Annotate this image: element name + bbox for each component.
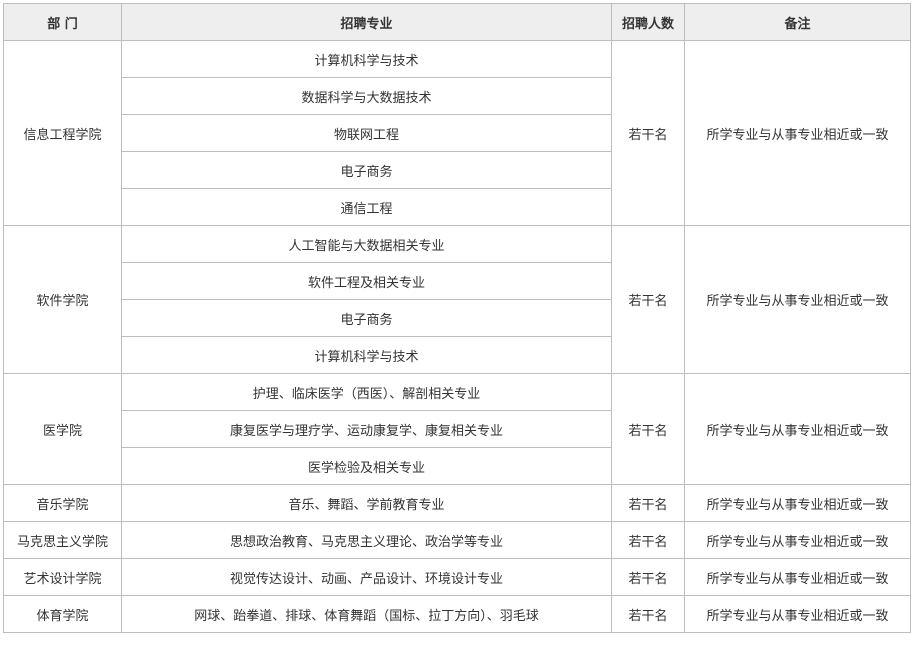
count-cell: 若干名 (611, 484, 685, 522)
major-cell: 音乐、舞蹈、学前教育专业 (121, 484, 612, 522)
count-cell: 若干名 (611, 595, 685, 633)
major-cell: 电子商务 (121, 151, 612, 189)
header-major: 招聘专业 (121, 3, 612, 41)
major-cell: 物联网工程 (121, 114, 612, 152)
department-cell: 医学院 (3, 373, 122, 485)
header-count: 招聘人数 (611, 3, 685, 41)
count-cell: 若干名 (611, 558, 685, 596)
note-cell: 所学专业与从事专业相近或一致 (684, 595, 911, 633)
department-cell: 音乐学院 (3, 484, 122, 522)
table-row: 软件学院 人工智能与大数据相关专业 若干名 所学专业与从事专业相近或一致 (3, 225, 911, 374)
department-cell: 马克思主义学院 (3, 521, 122, 559)
major-cell: 康复医学与理疗学、运动康复学、康复相关专业 (121, 410, 612, 448)
header-department: 部 门 (3, 3, 122, 41)
major-cell: 软件工程及相关专业 (121, 262, 612, 300)
count-cell: 若干名 (611, 373, 685, 485)
major-cell: 通信工程 (121, 188, 612, 226)
table-row: 体育学院 网球、跆拳道、排球、体育舞蹈（国标、拉丁方向）、羽毛球 若干名 所学专… (3, 595, 911, 633)
table-row: 医学院 护理、临床医学（西医）、解剖相关专业 若干名 所学专业与从事专业相近或一… (3, 373, 911, 485)
major-cell: 网球、跆拳道、排球、体育舞蹈（国标、拉丁方向）、羽毛球 (121, 595, 612, 633)
department-cell: 软件学院 (3, 225, 122, 374)
count-cell: 若干名 (611, 40, 685, 226)
table-row: 马克思主义学院 思想政治教育、马克思主义理论、政治学等专业 若干名 所学专业与从… (3, 521, 911, 559)
major-cell: 思想政治教育、马克思主义理论、政治学等专业 (121, 521, 612, 559)
major-cell: 计算机科学与技术 (121, 336, 612, 374)
note-cell: 所学专业与从事专业相近或一致 (684, 225, 911, 374)
header-row: 部 门 招聘专业 招聘人数 备注 (3, 3, 911, 41)
table-body: 信息工程学院 计算机科学与技术 若干名 所学专业与从事专业相近或一致 数据科学与… (3, 40, 911, 633)
major-cell: 护理、临床医学（西医）、解剖相关专业 (121, 373, 612, 411)
major-cell: 医学检验及相关专业 (121, 447, 612, 485)
major-cell: 电子商务 (121, 299, 612, 337)
department-cell: 体育学院 (3, 595, 122, 633)
major-cell: 视觉传达设计、动画、产品设计、环境设计专业 (121, 558, 612, 596)
major-cell: 人工智能与大数据相关专业 (121, 225, 612, 263)
count-cell: 若干名 (611, 225, 685, 374)
note-cell: 所学专业与从事专业相近或一致 (684, 484, 911, 522)
department-cell: 艺术设计学院 (3, 558, 122, 596)
major-cell: 计算机科学与技术 (121, 40, 612, 78)
table-row: 音乐学院 音乐、舞蹈、学前教育专业 若干名 所学专业与从事专业相近或一致 (3, 484, 911, 522)
header-note: 备注 (684, 3, 911, 41)
note-cell: 所学专业与从事专业相近或一致 (684, 40, 911, 226)
note-cell: 所学专业与从事专业相近或一致 (684, 558, 911, 596)
note-cell: 所学专业与从事专业相近或一致 (684, 521, 911, 559)
recruitment-table: 部 门 招聘专业 招聘人数 备注 信息工程学院 计算机科学与技术 若干名 所学专… (3, 3, 911, 633)
table-row: 信息工程学院 计算机科学与技术 若干名 所学专业与从事专业相近或一致 (3, 40, 911, 226)
count-cell: 若干名 (611, 521, 685, 559)
note-cell: 所学专业与从事专业相近或一致 (684, 373, 911, 485)
major-cell: 数据科学与大数据技术 (121, 77, 612, 115)
department-cell: 信息工程学院 (3, 40, 122, 226)
table-row: 艺术设计学院 视觉传达设计、动画、产品设计、环境设计专业 若干名 所学专业与从事… (3, 558, 911, 596)
